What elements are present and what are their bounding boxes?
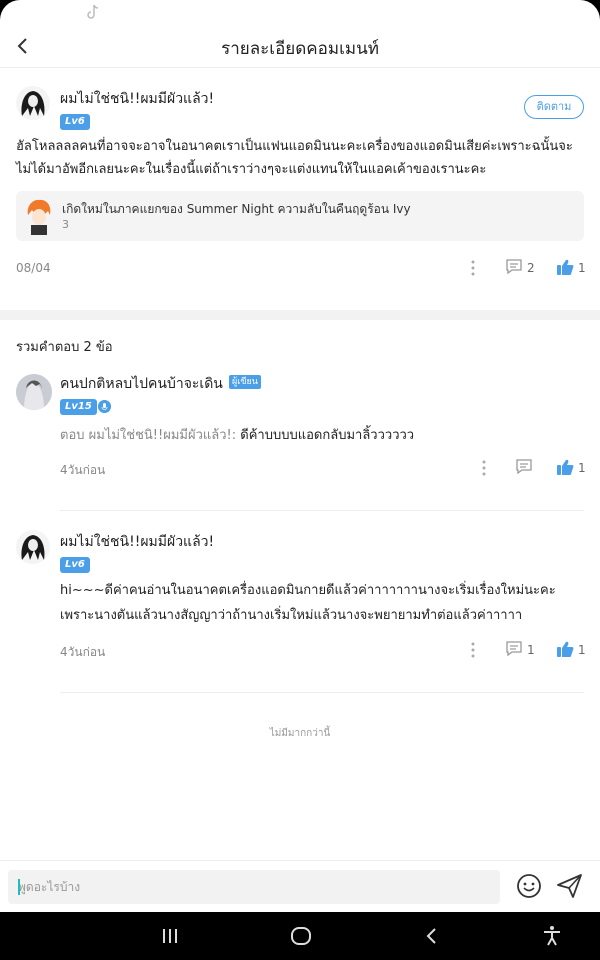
like-icon[interactable]	[556, 640, 574, 658]
story-reference-count: 3	[62, 218, 69, 231]
reply-text: ตอบ ผมไม่ใช่ชนิ!!ผมมีผัวแล้ว!: ดีค้าบบบบ…	[60, 424, 414, 445]
avatar[interactable]	[16, 86, 50, 120]
avatar-image	[16, 374, 52, 410]
emoji-icon[interactable]	[516, 873, 542, 899]
avatar-image	[21, 91, 45, 116]
tiktok-icon	[87, 4, 99, 19]
more-options-icon[interactable]	[470, 641, 476, 659]
reply-divider	[60, 510, 584, 511]
comment-icon[interactable]	[515, 458, 533, 476]
username[interactable]: ผมไม่ใช่ชนิ!!ผมมีผัวแล้ว!	[60, 531, 214, 553]
follow-button[interactable]: ติดตาม	[524, 95, 584, 119]
avatar-image	[21, 535, 45, 560]
reply-time: 4วันก่อน	[60, 645, 106, 659]
page-title: รายละเอียดคอมเมนท์	[221, 39, 379, 59]
username[interactable]: ผมไม่ใช่ชนิ!!ผมมีผัวแล้ว!	[60, 88, 214, 110]
avatar[interactable]	[16, 530, 50, 564]
accessibility-icon[interactable]	[540, 924, 564, 948]
like-count: 1	[578, 261, 586, 275]
avatar[interactable]	[16, 374, 52, 410]
reply-time: 4วันก่อน	[60, 463, 106, 477]
reply-text: hi~~~ดีค่าคนอ่านในอนาคตเครื่องแอดมินกายด…	[60, 583, 556, 623]
mic-icon	[98, 400, 111, 413]
replies-heading: รวมคำตอบ 2 ข้อ	[16, 340, 113, 355]
back-nav-icon[interactable]	[420, 924, 444, 948]
comment-count: 2	[527, 261, 535, 275]
comment-icon[interactable]	[505, 258, 523, 276]
comment-input-bar	[0, 860, 600, 912]
comment-text: ฮัลโหลลลลคนที่อาจจะอาจในอนาคตเราเป็นแฟนแ…	[16, 139, 573, 177]
more-options-icon[interactable]	[470, 259, 476, 277]
comment-date: 08/04	[16, 261, 51, 275]
comment-icon[interactable]	[505, 640, 523, 658]
like-count: 1	[578, 643, 586, 657]
send-icon[interactable]	[556, 873, 584, 899]
like-icon[interactable]	[556, 258, 574, 276]
level-badge: Lv6	[60, 114, 90, 130]
reply-prefix: ตอบ ผมไม่ใช่ชนิ!!ผมมีผัวแล้ว!:	[60, 428, 237, 443]
home-icon[interactable]	[289, 924, 313, 948]
status-bar	[0, 0, 600, 24]
level-badge: Lv6	[60, 557, 90, 573]
system-nav-bar	[0, 912, 600, 960]
reply-divider	[60, 692, 584, 693]
recent-apps-icon[interactable]	[158, 924, 182, 948]
comment-count: 1	[527, 643, 535, 657]
author-tag: ผู้เขียน	[229, 375, 261, 389]
reply-body: ดีค้าบบบบแอดกลับมาลิ้วววววว	[240, 428, 415, 443]
story-thumbnail	[24, 197, 54, 235]
story-reference-card[interactable]: เกิดใหม่ในภาคแยกของ Summer Night ความลับ…	[16, 191, 584, 241]
end-of-list-text: ไม่มีมากกว่านี้	[269, 728, 331, 739]
header: รายละเอียดคอมเมนท์	[0, 24, 600, 68]
section-divider	[0, 310, 600, 320]
story-reference-title: เกิดใหม่ในภาคแยกของ Summer Night ความลับ…	[62, 202, 411, 216]
level-badge: Lv15	[60, 399, 97, 415]
more-options-icon[interactable]	[481, 459, 487, 477]
like-icon[interactable]	[556, 458, 574, 476]
app-screen: รายละเอียดคอมเมนท์ ผมไม่ใช่ชนิ!!ผมมีผัวแ…	[0, 0, 600, 912]
like-count: 1	[578, 461, 586, 475]
text-cursor	[18, 879, 20, 895]
comment-input[interactable]	[8, 870, 500, 904]
username[interactable]: คนปกติหลบไปคนบ้าจะเดิน	[60, 373, 223, 395]
